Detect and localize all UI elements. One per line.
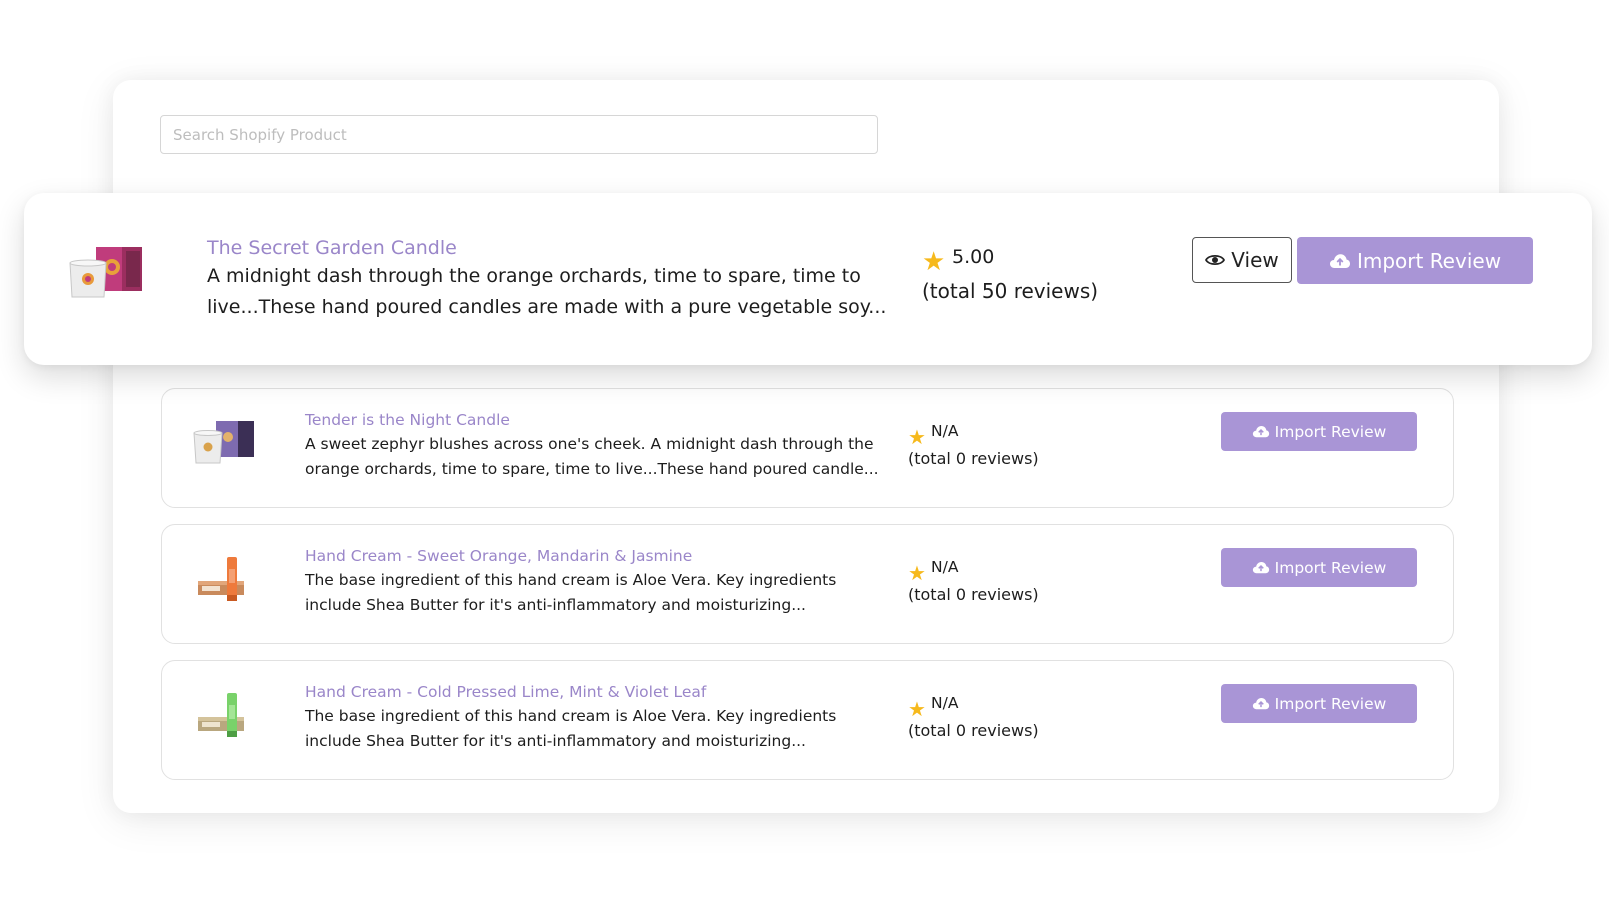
eye-icon: [1205, 253, 1226, 267]
star-icon: ★: [908, 697, 926, 721]
import-review-button[interactable]: Import Review: [1221, 412, 1417, 451]
import-review-label: Import Review: [1356, 248, 1502, 273]
product-title[interactable]: The Secret Garden Candle: [207, 237, 457, 259]
product-thumbnail: [198, 557, 244, 601]
product-title[interactable]: Tender is the Night Candle: [305, 411, 510, 429]
product-row: Hand Cream - Sweet Orange, Mandarin & Ja…: [161, 524, 1454, 644]
import-review-label: Import Review: [1274, 694, 1387, 713]
product-description: The base ingredient of this hand cream i…: [305, 707, 837, 750]
cloud-upload-icon: [1252, 697, 1270, 710]
product-title[interactable]: Hand Cream - Sweet Orange, Mandarin & Ja…: [305, 547, 692, 565]
cloud-upload-icon: [1252, 425, 1270, 438]
product-description: The base ingredient of this hand cream i…: [305, 571, 837, 614]
product-thumbnail: [198, 693, 244, 737]
product-rating: N/A: [931, 422, 959, 440]
review-count: (total 50 reviews): [922, 279, 1099, 303]
review-count: (total 0 reviews): [908, 721, 1039, 740]
search-input[interactable]: [160, 115, 878, 154]
star-icon: ★: [908, 561, 926, 585]
product-thumbnail: [193, 421, 254, 464]
import-review-button[interactable]: Import Review: [1221, 548, 1417, 587]
product-row: Hand Cream - Cold Pressed Lime, Mint & V…: [161, 660, 1454, 780]
import-review-label: Import Review: [1274, 422, 1387, 441]
product-row: Tender is the Night Candle A sweet zephy…: [161, 388, 1454, 508]
cloud-upload-icon: [1252, 561, 1270, 574]
review-count: (total 0 reviews): [908, 585, 1039, 604]
cloud-upload-icon: [1329, 253, 1351, 269]
review-count: (total 0 reviews): [908, 449, 1039, 468]
product-rating: N/A: [931, 558, 959, 576]
import-review-button[interactable]: Import Review: [1297, 237, 1533, 284]
product-row-featured: The Secret Garden Candle A midnight dash…: [24, 193, 1592, 365]
product-rating: 5.00: [952, 246, 995, 268]
product-title[interactable]: Hand Cream - Cold Pressed Lime, Mint & V…: [305, 683, 706, 701]
star-icon: ★: [922, 247, 946, 277]
import-review-button[interactable]: Import Review: [1221, 684, 1417, 723]
import-review-label: Import Review: [1274, 558, 1387, 577]
product-description: A sweet zephyr blushes across one's chee…: [305, 435, 879, 478]
product-rating: N/A: [931, 694, 959, 712]
view-button[interactable]: View: [1192, 237, 1292, 283]
product-description: A midnight dash through the orange orcha…: [207, 265, 887, 318]
view-button-label: View: [1231, 248, 1279, 272]
star-icon: ★: [908, 425, 926, 449]
product-thumbnail: [69, 247, 142, 298]
